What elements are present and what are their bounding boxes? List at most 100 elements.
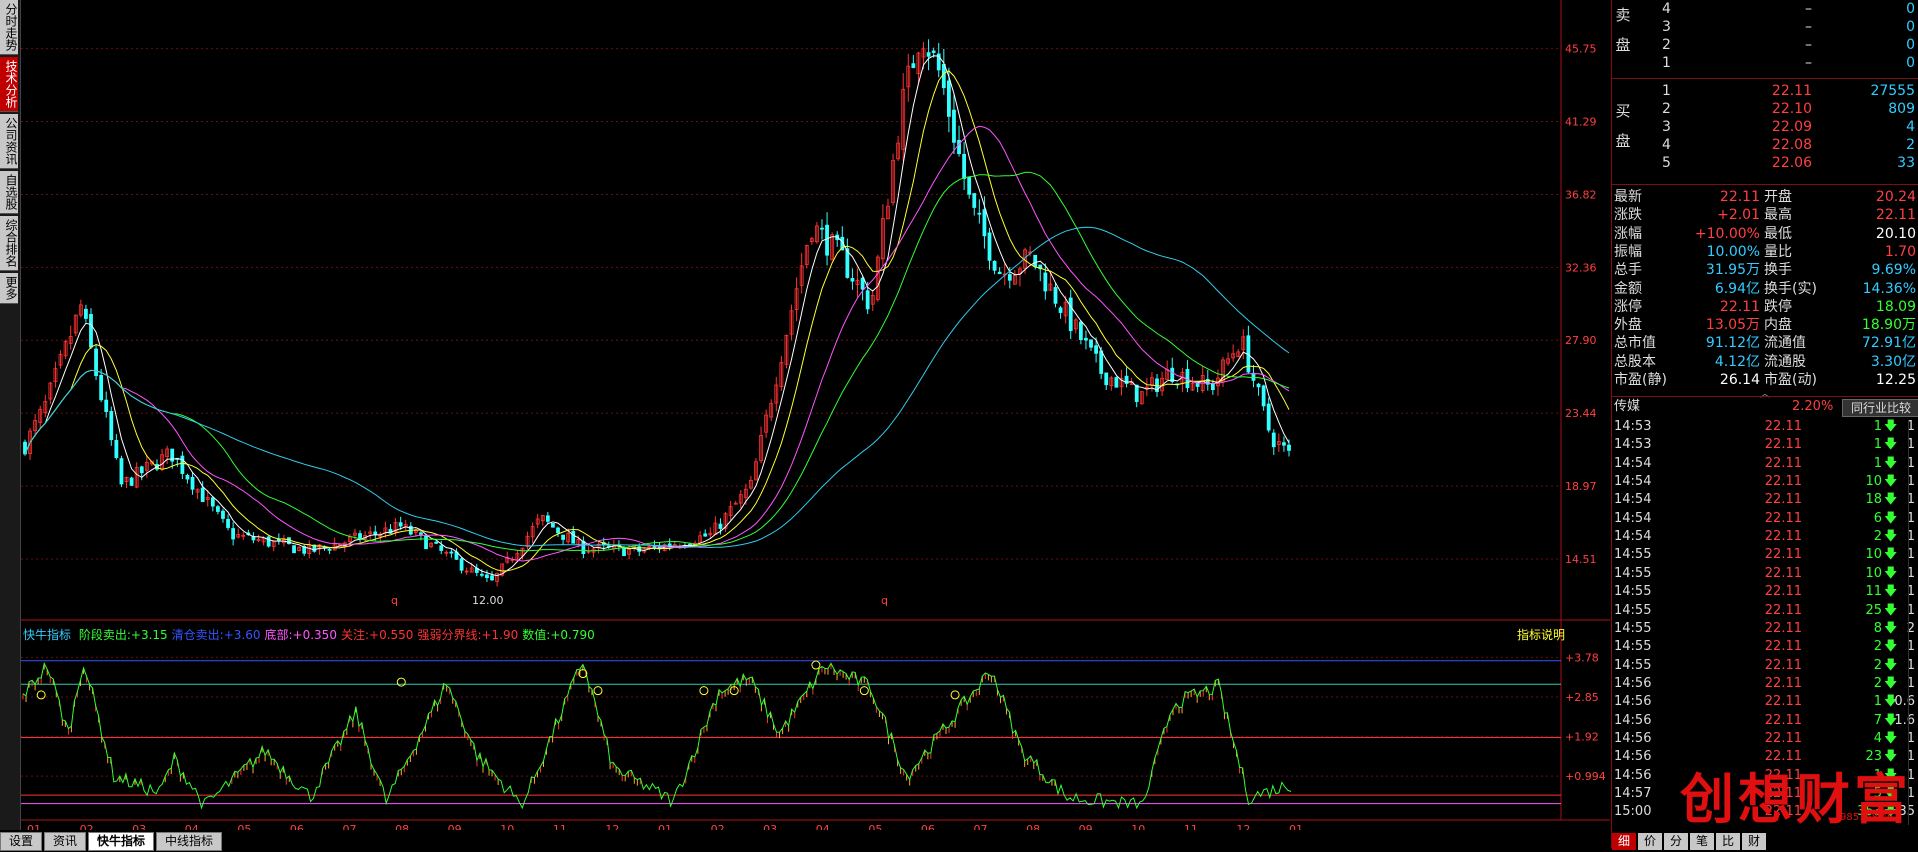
- tick-time: 14:54: [1614, 492, 1652, 508]
- volume: 0: [1906, 19, 1915, 35]
- bottom-tab-2[interactable]: 快牛指标: [88, 832, 155, 851]
- price-tick-label: 36.82: [1565, 188, 1597, 201]
- bottom-tab-3[interactable]: 中线指标: [156, 832, 223, 851]
- sidebar-tab-5[interactable]: 财: [1742, 833, 1766, 850]
- stat-value: 31.95万: [1705, 262, 1760, 279]
- tick-time: 14:55: [1614, 657, 1652, 673]
- candle-body: [967, 176, 972, 195]
- tick-row: 14:56 22.11 4 🡇 1: [1612, 730, 1918, 748]
- candle-body: [185, 474, 190, 480]
- tick-row: 14:54 22.11 18 🡇 1: [1612, 491, 1918, 509]
- candle-body: [1068, 297, 1073, 332]
- candle-body: [99, 374, 104, 401]
- tick-volume: 2: [1873, 675, 1882, 691]
- stat-label: 总手: [1614, 262, 1642, 279]
- price: 22.11: [1771, 83, 1812, 99]
- sidebar-tab-1[interactable]: 价: [1638, 833, 1662, 850]
- candle-body: [581, 540, 586, 555]
- low-price-marker: 12.00: [472, 594, 504, 607]
- candle-body: [84, 308, 88, 319]
- kline-chart[interactable]: 45.75 41.29 36.82 32.36 27.90 23.44 18.97 14.51…: [21, 0, 1610, 848]
- candle-body: [129, 477, 134, 486]
- candle-body: [952, 109, 956, 143]
- industry-compare-button[interactable]: 同行业比较: [1842, 399, 1918, 417]
- stat-value: 22.11: [1719, 189, 1760, 205]
- stat-label: 总股本: [1614, 353, 1656, 370]
- price-tick-label: 23.44: [1565, 407, 1597, 420]
- tick-volume: 11: [1865, 584, 1882, 600]
- stat-label: 换手: [1764, 262, 1792, 279]
- kline-chart-area[interactable]: 45.75 41.29 36.82 32.36 27.90 23.44 18.97 14.51…: [21, 0, 1610, 848]
- indicator-param-value: +0.350: [292, 628, 337, 642]
- candle-body: [1266, 403, 1271, 431]
- left-tab-2[interactable]: 公司资讯: [0, 114, 18, 169]
- candle-body: [276, 538, 281, 541]
- sidebar-tab-0[interactable]: 细: [1612, 833, 1636, 850]
- candle-body: [119, 458, 124, 485]
- price: 22.06: [1771, 155, 1812, 171]
- price: –: [1805, 19, 1812, 35]
- volume: 0: [1906, 37, 1915, 53]
- tick-row: 14:54 22.11 2 🡇 1: [1612, 528, 1918, 546]
- candle-body: [571, 530, 576, 544]
- candle-body: [941, 64, 946, 89]
- candle-body: [200, 487, 205, 503]
- left-tab-0[interactable]: 分时走势: [0, 0, 18, 55]
- stat-value: 14.36%: [1862, 280, 1916, 297]
- tick-row: 14:53 22.11 1 🡇 1: [1612, 436, 1918, 454]
- candle-body: [210, 497, 215, 507]
- level: 4: [1662, 137, 1671, 153]
- tick-volume: 8: [1873, 620, 1882, 636]
- stat-label: 市盈(静): [1614, 372, 1667, 388]
- stat-label: 流通股: [1764, 353, 1806, 370]
- down-arrow-icon: 🡇: [1884, 510, 1898, 526]
- level: 2: [1662, 37, 1671, 53]
- down-arrow-icon: 🡇: [1884, 565, 1898, 581]
- left-tab-1[interactable]: 技术分析: [0, 57, 18, 112]
- candle-body: [1282, 442, 1286, 446]
- stat-label: 振幅: [1614, 243, 1642, 260]
- candle-body: [180, 455, 185, 474]
- stat-label: 最低: [1764, 225, 1792, 242]
- buy-row: 5 22.06 33: [1612, 154, 1918, 172]
- candle-body: [221, 510, 225, 519]
- left-tab-4[interactable]: 综合排名: [0, 216, 18, 271]
- candle-body: [1251, 372, 1256, 381]
- tick-volume: 1: [1873, 437, 1882, 453]
- tick-price: 22.11: [1764, 730, 1802, 746]
- tick-price: 22.11: [1764, 492, 1802, 508]
- tick-row: 14:55 22.11 10 🡇 1: [1612, 565, 1918, 583]
- candle-body: [1114, 377, 1119, 388]
- candle-body: [987, 232, 992, 261]
- indicator-legend: 快牛指标 阶段卖出:+3.15 清仓卖出:+3.60 底部:+0.350 关注:+0.…: [23, 626, 595, 643]
- tick-row: 14:53 22.11 1 🡇 1: [1612, 418, 1918, 436]
- down-arrow-icon: 🡇: [1884, 419, 1898, 434]
- indicator-help-button[interactable]: 指标说明: [1517, 626, 1565, 643]
- candle-body: [703, 533, 708, 537]
- ma10-line: [24, 70, 1290, 572]
- volume: 0: [1906, 1, 1915, 17]
- bottom-tab-1[interactable]: 资讯: [44, 832, 87, 851]
- sidebar-tab-4[interactable]: 比: [1716, 833, 1740, 850]
- stat-value: 22.11: [1875, 207, 1916, 224]
- sidebar-tab-3[interactable]: 笔: [1690, 833, 1714, 850]
- tick-price: 22.11: [1764, 529, 1802, 545]
- sell-row: 2 – 0: [1612, 36, 1918, 54]
- sidebar-tab-2[interactable]: 分: [1664, 833, 1688, 850]
- candle-body: [1084, 337, 1088, 341]
- stat-label: 内盘: [1764, 317, 1792, 334]
- bottom-tab-0[interactable]: 设置: [0, 832, 43, 851]
- stat-value: +2.01: [1717, 207, 1760, 224]
- candle-body: [931, 50, 936, 53]
- tick-row: 14:56 22.11 2 🡇 1: [1612, 675, 1918, 693]
- candle-body: [490, 575, 494, 581]
- stat-label: 总市值: [1614, 335, 1656, 352]
- down-arrow-icon: 🡇: [1884, 620, 1898, 636]
- q-marker: q: [391, 594, 398, 607]
- left-tab-3[interactable]: 自选股: [0, 171, 18, 214]
- tick-price: 22.11: [1764, 510, 1802, 526]
- left-tab-5[interactable]: 更多: [0, 273, 18, 304]
- price-tick-label: 14.51: [1565, 553, 1597, 566]
- tick-row: 14:55 22.11 2 🡇 1: [1612, 638, 1918, 656]
- price: 22.10: [1771, 101, 1812, 117]
